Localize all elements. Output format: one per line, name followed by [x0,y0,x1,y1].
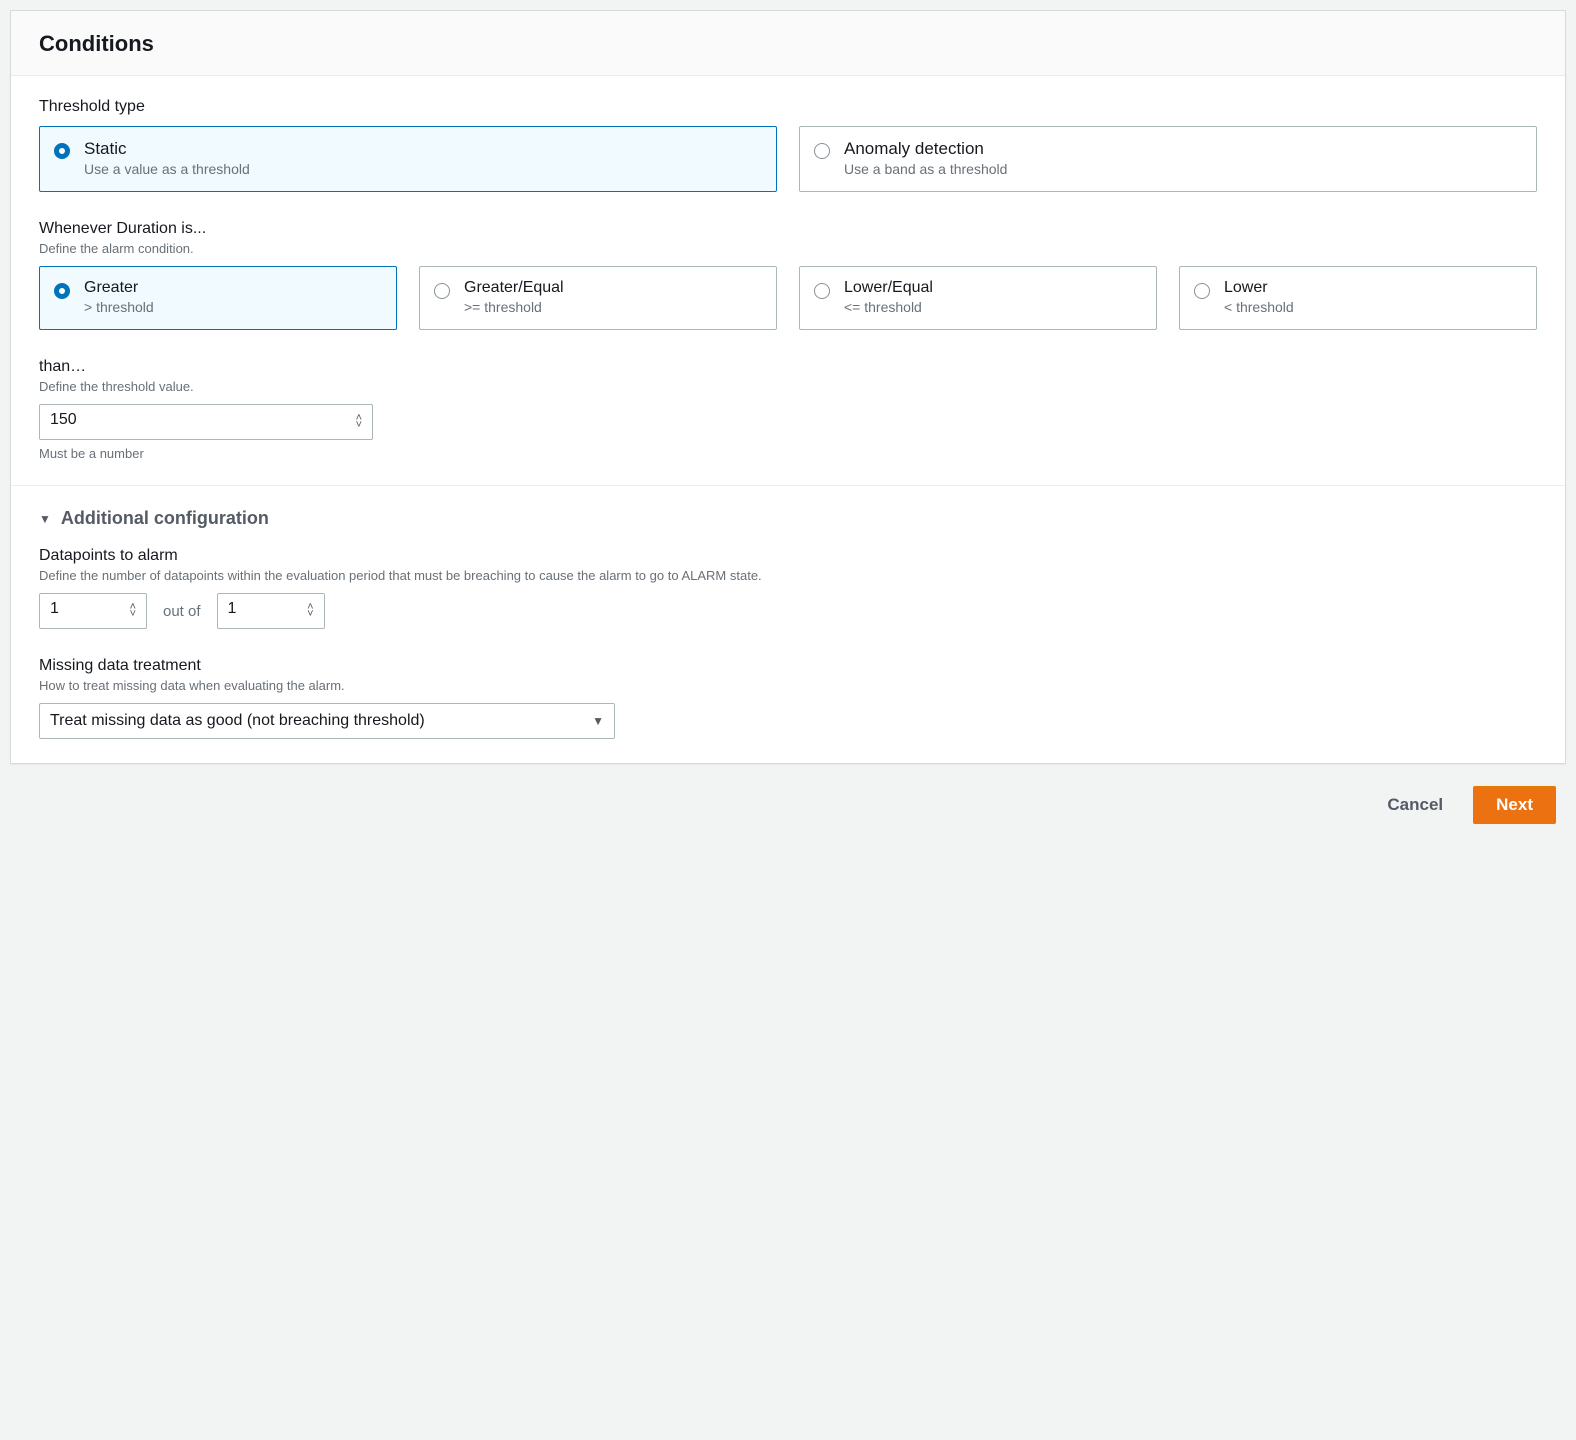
radio-icon [54,283,70,299]
option-desc: Use a band as a threshold [844,161,1007,177]
number-stepper-icon[interactable]: ˄˅ [307,604,313,618]
missing-data-desc: How to treat missing data when evaluatin… [39,678,1537,693]
number-stepper-icon[interactable]: ˄˅ [130,604,136,618]
number-stepper-icon[interactable]: ˄˅ [356,415,362,429]
option-title: Static [84,139,250,159]
datapoints-label: Datapoints to alarm [39,547,1537,565]
footer-actions: Cancel Next [10,764,1566,830]
missing-data-value: Treat missing data as good (not breachin… [50,712,425,730]
datapoints-left-value: 1 [50,600,59,617]
radio-icon [814,143,830,159]
cancel-button[interactable]: Cancel [1375,787,1455,823]
radio-icon [54,143,70,159]
option-title: Greater [84,279,154,297]
missing-data-label: Missing data treatment [39,657,1537,675]
condition-desc: Define the alarm condition. [39,241,1537,256]
next-button[interactable]: Next [1473,786,1556,824]
option-desc: <= threshold [844,299,933,315]
datapoints-right-value: 1 [228,600,237,617]
condition-label: Whenever Duration is... [39,220,1537,238]
section-additional: ▼ Additional configuration Datapoints to… [11,485,1565,763]
threshold-value-input[interactable]: 150 ˄˅ [39,404,373,440]
threshold-value-label: than… [39,358,1537,376]
threshold-value-text: 150 [50,411,77,428]
option-title: Lower/Equal [844,279,933,297]
datapoints-desc: Define the number of datapoints within t… [39,568,1537,583]
option-title: Greater/Equal [464,279,564,297]
condition-option-lower-equal[interactable]: Lower/Equal <= threshold [799,266,1157,330]
missing-data-select[interactable]: Treat missing data as good (not breachin… [39,703,615,739]
conditions-panel: Conditions Threshold type Static Use a v… [10,10,1566,764]
option-title: Lower [1224,279,1294,297]
radio-icon [814,283,830,299]
threshold-type-group: Static Use a value as a threshold Anomal… [39,126,1537,192]
option-desc: < threshold [1224,299,1294,315]
radio-icon [1194,283,1210,299]
option-desc: Use a value as a threshold [84,161,250,177]
chevron-down-icon: ▼ [39,512,51,526]
option-title: Anomaly detection [844,139,1007,159]
condition-option-greater-equal[interactable]: Greater/Equal >= threshold [419,266,777,330]
threshold-type-option-static[interactable]: Static Use a value as a threshold [39,126,777,192]
datapoints-out-of: out of [163,603,201,620]
section-conditions: Threshold type Static Use a value as a t… [11,76,1565,485]
condition-group: Greater > threshold Greater/Equal >= thr… [39,266,1537,330]
additional-config-toggle[interactable]: ▼ Additional configuration [39,508,1537,529]
radio-icon [434,283,450,299]
condition-option-lower[interactable]: Lower < threshold [1179,266,1537,330]
datapoints-right-input[interactable]: 1 ˄˅ [217,593,325,629]
panel-header: Conditions [11,11,1565,76]
threshold-value-hint: Must be a number [39,446,1537,461]
panel-title: Conditions [39,31,1537,57]
caret-down-icon: ▼ [592,714,604,728]
datapoints-left-input[interactable]: 1 ˄˅ [39,593,147,629]
threshold-type-option-anomaly[interactable]: Anomaly detection Use a band as a thresh… [799,126,1537,192]
condition-option-greater[interactable]: Greater > threshold [39,266,397,330]
threshold-type-label: Threshold type [39,98,1537,116]
additional-config-title: Additional configuration [61,508,269,529]
threshold-value-desc: Define the threshold value. [39,379,1537,394]
option-desc: >= threshold [464,299,564,315]
option-desc: > threshold [84,299,154,315]
